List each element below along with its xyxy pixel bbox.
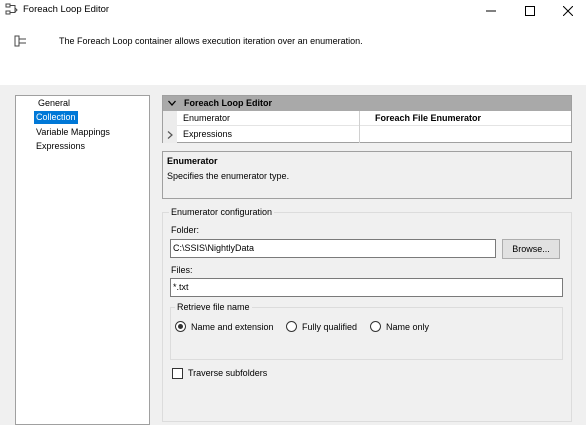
radio-name-only[interactable]	[370, 321, 381, 332]
grid-category-label: Foreach Loop Editor	[184, 98, 273, 108]
minimize-icon	[486, 10, 496, 11]
expand-chevron-icon[interactable]	[167, 131, 173, 139]
minimize-button[interactable]	[472, 0, 510, 21]
property-name: Expressions	[183, 129, 233, 139]
grid-category[interactable]: Foreach Loop Editor	[163, 96, 571, 111]
radio-selected-dot	[178, 324, 183, 329]
description-text: Specifies the enumerator type.	[167, 171, 290, 181]
files-input[interactable]: *.txt	[170, 278, 563, 297]
grid-row-expressions[interactable]: Expressions	[177, 127, 571, 142]
window-title: Foreach Loop Editor	[23, 4, 110, 15]
collapse-chevron-icon[interactable]	[168, 100, 176, 107]
nav-item-general[interactable]: General	[36, 97, 72, 110]
browse-button[interactable]: Browse...	[502, 239, 560, 259]
folder-label: Folder:	[171, 225, 200, 235]
retrieve-file-name-group	[170, 307, 563, 360]
nav-item-variable-mappings[interactable]: Variable Mappings	[34, 126, 112, 139]
grid-column-divider[interactable]	[359, 111, 360, 143]
maximize-button[interactable]	[511, 0, 549, 21]
property-value[interactable]: Foreach File Enumerator	[375, 113, 481, 123]
description-panel: Enumerator Specifies the enumerator type…	[162, 151, 572, 199]
title-bar: Foreach Loop Editor	[0, 0, 586, 21]
maximize-icon	[525, 5, 535, 16]
config-legend: Enumerator configuration	[169, 207, 275, 217]
property-grid: Foreach Loop Editor Enumerator Foreach F…	[162, 95, 572, 143]
header-description: The Foreach Loop container allows execut…	[59, 36, 363, 46]
traverse-subfolders-label[interactable]: Traverse subfolders	[188, 368, 267, 378]
grid-row-enumerator[interactable]: Enumerator Foreach File Enumerator	[177, 111, 571, 126]
option-name-only-label[interactable]: Name only	[386, 322, 429, 332]
close-icon	[563, 5, 573, 16]
folder-input[interactable]: C:\SSIS\NightlyData	[170, 239, 496, 258]
option-fully-qualified-label[interactable]: Fully qualified	[302, 322, 357, 332]
traverse-subfolders-checkbox[interactable]	[172, 368, 183, 379]
description-title: Enumerator	[167, 156, 218, 166]
container-icon	[14, 35, 26, 47]
files-label: Files:	[171, 265, 193, 275]
header-band	[0, 21, 586, 85]
radio-fully-qualified[interactable]	[286, 321, 297, 332]
retrieve-legend: Retrieve file name	[175, 302, 252, 312]
close-button[interactable]	[549, 0, 586, 21]
nav-item-collection[interactable]: Collection	[34, 111, 78, 124]
property-name: Enumerator	[183, 113, 231, 123]
foreach-loop-icon	[5, 3, 18, 15]
nav-item-expressions[interactable]: Expressions	[34, 140, 87, 153]
radio-name-and-extension[interactable]	[175, 321, 186, 332]
option-name-and-extension-label[interactable]: Name and extension	[191, 322, 274, 332]
